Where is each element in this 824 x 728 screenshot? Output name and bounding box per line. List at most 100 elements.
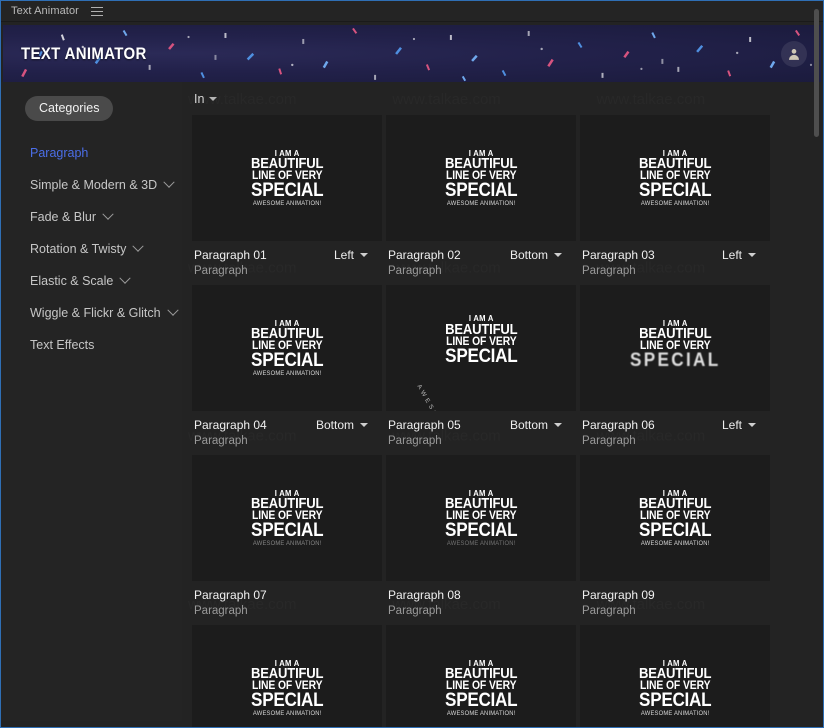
content-area: www.talkae.com www.talkae.com www.talkae.c… [182,82,823,727]
template-title: Paragraph 09 [582,588,655,602]
template-meta-top: Paragraph 06 Left [582,418,768,432]
sidebar-item-wiggle-flickr-glitch[interactable]: Wiggle & Flickr & Glitch [1,297,182,329]
sidebar-item-label: Rotation & Twisty [30,242,127,256]
preview-text-block: I AM ABEAUTIFULLINE OF VERYSPECIALAWESOM… [630,319,720,377]
direction-dropdown[interactable]: Bottom [510,248,574,262]
template-preview-thumbnail[interactable]: I AM ABEAUTIFULLINE OF VERYSPECIALAWESOM… [386,625,576,727]
sidebar-item-simple-modern-3d[interactable]: Simple & Modern & 3D [1,169,182,201]
sidebar-item-fade-blur[interactable]: Fade & Blur [1,201,182,233]
sidebar-item-elastic-scale[interactable]: Elastic & Scale [1,265,182,297]
preview-text-line4: SPECIAL [638,520,712,542]
template-preview-thumbnail[interactable]: I AM ABEAUTIFULLINE OF VERYSPECIALAWESOM… [580,285,770,411]
template-preview-thumbnail[interactable]: I AM ABEAUTIFULLINE OF VERYSPECIALAWESOM… [580,115,770,241]
template-meta: Paragraph 09 Paragraph [580,581,770,625]
preview-text-line2: BEAUTIFUL [250,156,324,173]
template-preview-thumbnail[interactable]: I AM ABEAUTIFULLINE OF VERYSPECIALAWESOM… [192,115,382,241]
preview-text-block: I AM ABEAUTIFULLINE OF VERYSPECIALAWESOM… [638,489,712,547]
template-preview-thumbnail[interactable]: I AM ABEAUTIFULLINE OF VERYSPECIALAWESOM… [386,455,576,581]
template-subtitle: Paragraph [582,265,636,277]
preview-text-line2: BEAUTIFUL [638,496,712,513]
preview-text-line4: SPECIAL [638,690,712,712]
template-card[interactable]: I AM ABEAUTIFULLINE OF VERYSPECIALAWESOM… [192,625,382,727]
preview-text-block: I AM ABEAUTIFULLINE OF VERYSPECIALAWESOM… [415,314,538,411]
template-card[interactable]: I AM ABEAUTIFULLINE OF VERYSPECIALAWESOM… [580,115,770,285]
direction-dropdown[interactable]: Left [722,248,768,262]
template-card[interactable]: I AM ABEAUTIFULLINE OF VERYSPECIALAWESOM… [580,455,770,625]
template-meta-top: Paragraph 08 [388,588,574,602]
sidebar-item-label: Text Effects [30,338,95,352]
template-preview-thumbnail[interactable]: I AM ABEAUTIFULLINE OF VERYSPECIALAWESOM… [580,625,770,727]
content-scrollbar[interactable] [813,1,820,727]
preview-text-block: I AM ABEAUTIFULLINE OF VERYSPECIALAWESOM… [250,489,324,547]
template-card[interactable]: I AM ABEAUTIFULLINE OF VERYSPECIALAWESOM… [386,285,576,455]
chevron-down-icon [163,176,175,188]
template-meta: Paragraph 02 Bottom Paragraph [386,241,576,285]
preview-text-line5: AWESOME ANIMATION! [640,709,710,717]
template-preview-thumbnail[interactable]: I AM ABEAUTIFULLINE OF VERYSPECIALAWESOM… [580,455,770,581]
in-filter-dropdown[interactable]: In [192,82,236,115]
template-meta: Paragraph 03 Left Paragraph [580,241,770,285]
preview-text-line4: SPECIAL [250,350,324,372]
chevron-down-icon [748,253,756,257]
user-avatar-icon[interactable] [781,40,807,67]
direction-value: Left [721,248,742,262]
template-card[interactable]: I AM ABEAUTIFULLINE OF VERYSPECIALAWESOM… [192,285,382,455]
chevron-down-icon [360,253,368,257]
chevron-down-icon [166,304,179,316]
svg-text:www.talkae.com: www.talkae.com [596,91,705,108]
template-subtitle: Paragraph [582,435,636,447]
template-preview-thumbnail[interactable]: I AM ABEAUTIFULLINE OF VERYSPECIALAWESOM… [192,625,382,727]
categories-button[interactable]: Categories [25,96,114,121]
preview-text-line2: BEAUTIFUL [250,326,324,343]
preview-text-line5: AWESOME ANIMATION! [446,539,516,547]
template-preview-thumbnail[interactable]: I AM ABEAUTIFULLINE OF VERYSPECIALAWESOM… [386,285,576,411]
hamburger-icon[interactable] [90,6,103,16]
template-meta-top: Paragraph 02 Bottom [388,248,574,262]
preview-text-block: I AM ABEAUTIFULLINE OF VERYSPECIALAWESOM… [445,659,518,717]
template-preview-thumbnail[interactable]: I AM ABEAUTIFULLINE OF VERYSPECIALAWESOM… [192,455,382,581]
sidebar-item-label: Simple & Modern & 3D [30,178,158,192]
direction-dropdown[interactable]: Left [334,248,380,262]
direction-dropdown[interactable]: Bottom [510,418,574,432]
app-banner: TEXT ANIMATOR [3,25,821,82]
template-title: Paragraph 08 [388,588,461,602]
preview-text-line2: BEAUTIFUL [250,496,324,513]
template-card[interactable]: I AM ABEAUTIFULLINE OF VERYSPECIALAWESOM… [386,455,576,625]
template-preview-thumbnail[interactable]: I AM ABEAUTIFULLINE OF VERYSPECIALAWESOM… [192,285,382,411]
scrollbar-thumb[interactable] [814,9,819,137]
preview-text-line4: SPECIAL [250,180,324,202]
template-card[interactable]: I AM ABEAUTIFULLINE OF VERYSPECIALAWESOM… [580,285,770,455]
preview-text-block: I AM ABEAUTIFULLINE OF VERYSPECIALAWESOM… [250,319,324,377]
template-card[interactable]: I AM ABEAUTIFULLINE OF VERYSPECIALAWESOM… [386,115,576,285]
template-title: Paragraph 01 [194,248,267,262]
direction-dropdown[interactable]: Left [722,418,768,432]
sidebar-item-rotation-twisty[interactable]: Rotation & Twisty [1,233,182,265]
direction-value: Left [333,248,354,262]
template-card[interactable]: I AM ABEAUTIFULLINE OF VERYSPECIALAWESOM… [386,625,576,727]
template-meta: Paragraph 05 Bottom Paragraph [386,411,576,455]
chevron-down-icon [748,423,756,427]
template-meta: Paragraph 08 Paragraph [386,581,576,625]
direction-value: Bottom [509,248,548,262]
in-filter-label: In [194,91,205,106]
preview-text-line2: BEAUTIFUL [250,666,324,683]
template-card[interactable]: I AM ABEAUTIFULLINE OF VERYSPECIALAWESOM… [192,115,382,285]
preview-text-block: I AM ABEAUTIFULLINE OF VERYSPECIALAWESOM… [445,149,518,207]
template-meta-top: Paragraph 09 [582,588,768,602]
template-preview-thumbnail[interactable]: I AM ABEAUTIFULLINE OF VERYSPECIALAWESOM… [386,115,576,241]
preview-text-line5: AWESOME ANIMATION! [640,539,710,547]
template-card[interactable]: I AM ABEAUTIFULLINE OF VERYSPECIALAWESOM… [580,625,770,727]
preview-text-line4: SPECIAL [638,180,712,202]
text-animator-window: Text Animator TEXT ANIMATOR Categories P… [0,0,824,728]
svg-text:www.talkae.com: www.talkae.com [391,91,500,108]
sidebar-item-text-effects[interactable]: Text Effects [1,329,182,361]
preview-text-line4: SPECIAL [250,690,324,712]
preview-text-line2: BEAUTIFUL [638,156,712,173]
chevron-down-icon [360,423,368,427]
template-card[interactable]: I AM ABEAUTIFULLINE OF VERYSPECIALAWESOM… [192,455,382,625]
sidebar-item-paragraph[interactable]: Paragraph [1,137,182,169]
preview-text-line5: AWESOME ANIMATION! [252,369,322,377]
template-meta: Paragraph 01 Left Paragraph [192,241,382,285]
preview-text-line5: AWESOME ANIMATION! [252,709,322,717]
direction-dropdown[interactable]: Bottom [316,418,380,432]
